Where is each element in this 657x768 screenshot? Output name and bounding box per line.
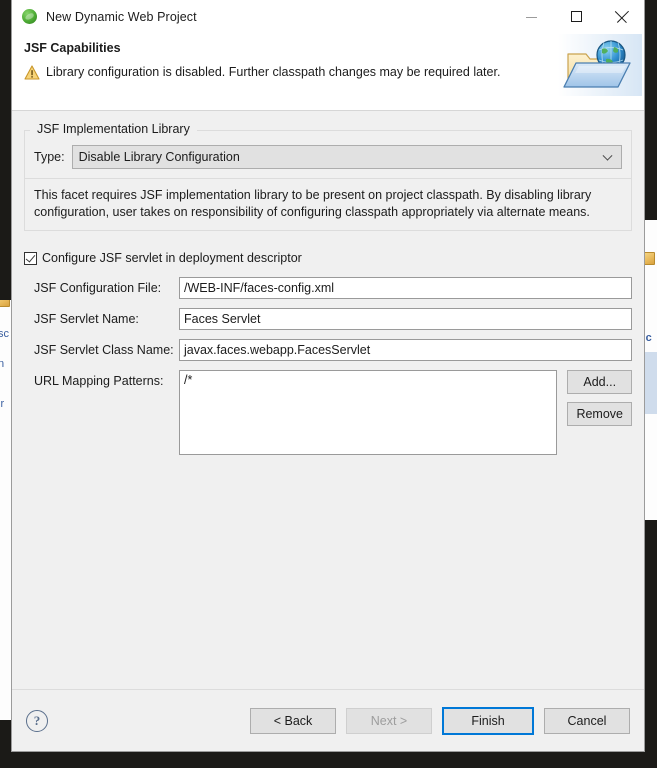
background-fragment-left-3: ir xyxy=(0,398,5,410)
window-controls xyxy=(509,0,644,33)
configure-servlet-checkbox-row[interactable]: Configure JSF servlet in deployment desc… xyxy=(24,251,632,265)
remove-button[interactable]: Remove xyxy=(567,402,632,426)
jsf-configuration-file-label: JSF Configuration File: xyxy=(34,281,162,295)
jsf-servlet-name-input[interactable]: Faces Servlet xyxy=(179,308,632,330)
jsf-servlet-name-label: JSF Servlet Name: xyxy=(34,312,139,326)
url-mapping-patterns-label: URL Mapping Patterns: xyxy=(34,374,164,388)
url-mapping-patterns-list[interactable]: /* xyxy=(179,370,558,455)
jsf-implementation-library-group: JSF Implementation Library Type: Disable… xyxy=(24,122,632,231)
configure-servlet-label: Configure JSF servlet in deployment desc… xyxy=(42,251,302,265)
url-mapping-buttons: Add... Remove xyxy=(567,370,632,426)
group-legend: JSF Implementation Library xyxy=(34,122,193,136)
maximize-icon xyxy=(571,11,582,22)
jsf-servlet-class-name-row: JSF Servlet Class Name: javax.faces.weba… xyxy=(24,339,632,361)
window-title: New Dynamic Web Project xyxy=(46,9,197,24)
back-button[interactable]: < Back xyxy=(250,707,336,734)
add-button[interactable]: Add... xyxy=(567,370,632,394)
title-bar: New Dynamic Web Project xyxy=(12,0,644,34)
web-project-folder-globe-icon xyxy=(558,34,642,96)
header-message: Library configuration is disabled. Furth… xyxy=(46,65,501,79)
new-dynamic-web-project-dialog: New Dynamic Web Project JSF Capabilities xyxy=(11,0,645,752)
background-file-icon-left xyxy=(0,300,10,307)
background-fragment-left-1: sc xyxy=(0,328,9,340)
background-fragment-left-2: n xyxy=(0,358,4,370)
library-description: This facet requires JSF implementation l… xyxy=(34,188,592,219)
close-button[interactable] xyxy=(599,0,644,33)
url-mapping-patterns-row: URL Mapping Patterns: /* Add... Remove xyxy=(24,370,632,455)
eclipse-leaf-icon xyxy=(22,8,38,25)
dialog-footer: ? < Back Next > Finish Cancel xyxy=(12,689,644,751)
jsf-servlet-class-name-input[interactable]: javax.faces.webapp.FacesServlet xyxy=(179,339,632,361)
warning-triangle-icon xyxy=(24,65,40,80)
servlet-fields: JSF Configuration File: /WEB-INF/faces-c… xyxy=(24,277,632,455)
page-title: JSF Capabilities xyxy=(24,41,121,55)
group-separator xyxy=(25,178,631,179)
help-icon[interactable]: ? xyxy=(26,709,48,732)
next-button: Next > xyxy=(346,707,432,734)
finish-button[interactable]: Finish xyxy=(442,706,534,735)
library-type-dropdown[interactable]: Disable Library Configuration xyxy=(71,145,622,169)
wizard-header: JSF Capabilities Library configuration i… xyxy=(12,34,644,111)
maximize-button[interactable] xyxy=(554,0,599,33)
background-strip-right xyxy=(643,352,657,414)
library-type-label: Type: xyxy=(34,150,65,164)
header-message-row: Library configuration is disabled. Furth… xyxy=(24,65,644,80)
jsf-configuration-file-input[interactable]: /WEB-INF/faces-config.xml xyxy=(179,277,632,299)
minimize-icon xyxy=(526,16,537,18)
wizard-content: JSF Implementation Library Type: Disable… xyxy=(12,111,644,689)
cancel-button[interactable]: Cancel xyxy=(544,707,630,734)
jsf-configuration-file-row: JSF Configuration File: /WEB-INF/faces-c… xyxy=(24,277,632,299)
minimize-button[interactable] xyxy=(509,0,554,33)
jsf-servlet-class-name-label: JSF Servlet Class Name: xyxy=(34,343,174,357)
library-type-row: Type: Disable Library Configuration xyxy=(34,145,622,169)
jsf-servlet-name-row: JSF Servlet Name: Faces Servlet xyxy=(24,308,632,330)
chevron-down-icon xyxy=(604,152,612,160)
wizard-buttons: < Back Next > Finish Cancel xyxy=(250,706,630,735)
library-type-value: Disable Library Configuration xyxy=(78,150,240,164)
close-icon xyxy=(615,10,628,23)
configure-servlet-checkbox[interactable] xyxy=(24,251,37,265)
